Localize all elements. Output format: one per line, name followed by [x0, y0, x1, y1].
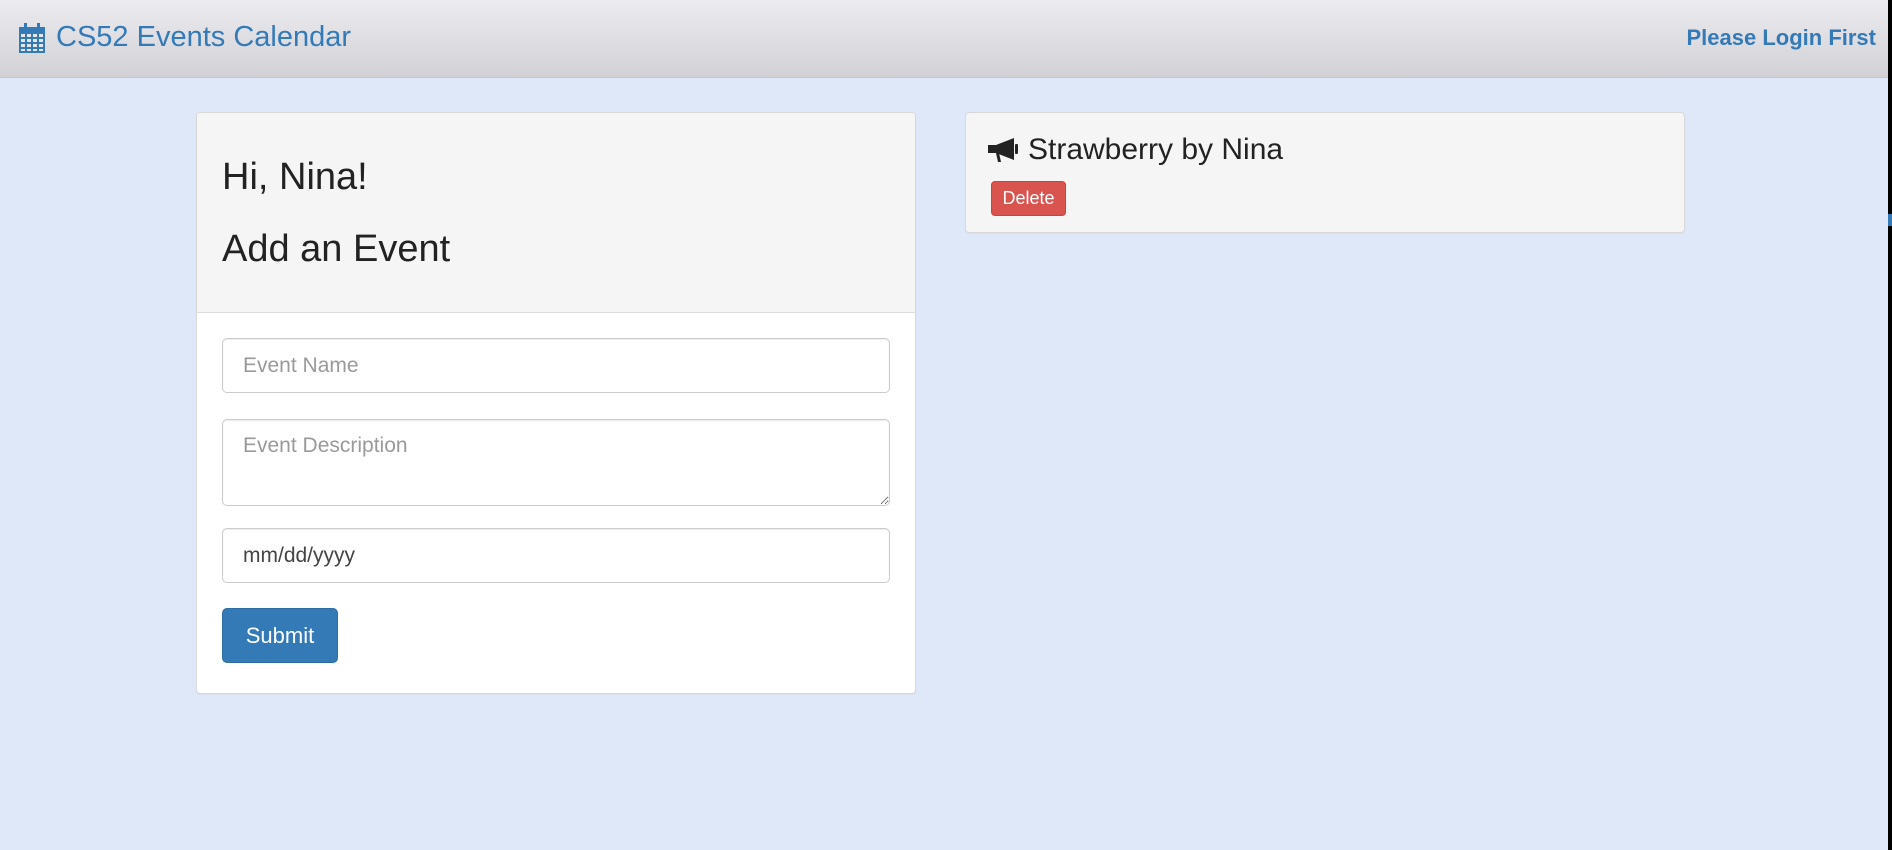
brand-label: CS52 Events Calendar	[56, 21, 351, 53]
window-edge	[1888, 0, 1892, 850]
bullhorn-icon	[988, 136, 1020, 164]
event-name-input[interactable]	[222, 338, 890, 393]
event-title-text: Strawberry by Nina	[1028, 133, 1284, 166]
login-link[interactable]: Please Login First	[1687, 25, 1877, 51]
page: CS52 Events Calendar Please Login First …	[0, 0, 1888, 850]
event-card: Strawberry by Nina Delete	[965, 112, 1685, 233]
event-date-input[interactable]	[222, 528, 890, 583]
greeting-heading: Hi, Nina!	[222, 156, 368, 198]
add-event-heading: Add an Event	[222, 228, 451, 270]
scroll-marker	[1888, 214, 1892, 226]
event-title: Strawberry by Nina	[988, 133, 1662, 167]
delete-button[interactable]: Delete	[991, 181, 1066, 216]
submit-button[interactable]: Submit	[222, 608, 338, 663]
add-event-panel: Hi, Nina! Add an Event Submit	[196, 112, 916, 694]
calendar-icon	[18, 22, 46, 54]
add-event-form: Submit	[197, 313, 915, 663]
navbar: CS52 Events Calendar Please Login First	[0, 0, 1888, 78]
brand-link[interactable]: CS52 Events Calendar	[18, 21, 351, 54]
event-description-input[interactable]	[222, 419, 890, 506]
add-event-panel-heading: Hi, Nina! Add an Event	[197, 113, 915, 313]
